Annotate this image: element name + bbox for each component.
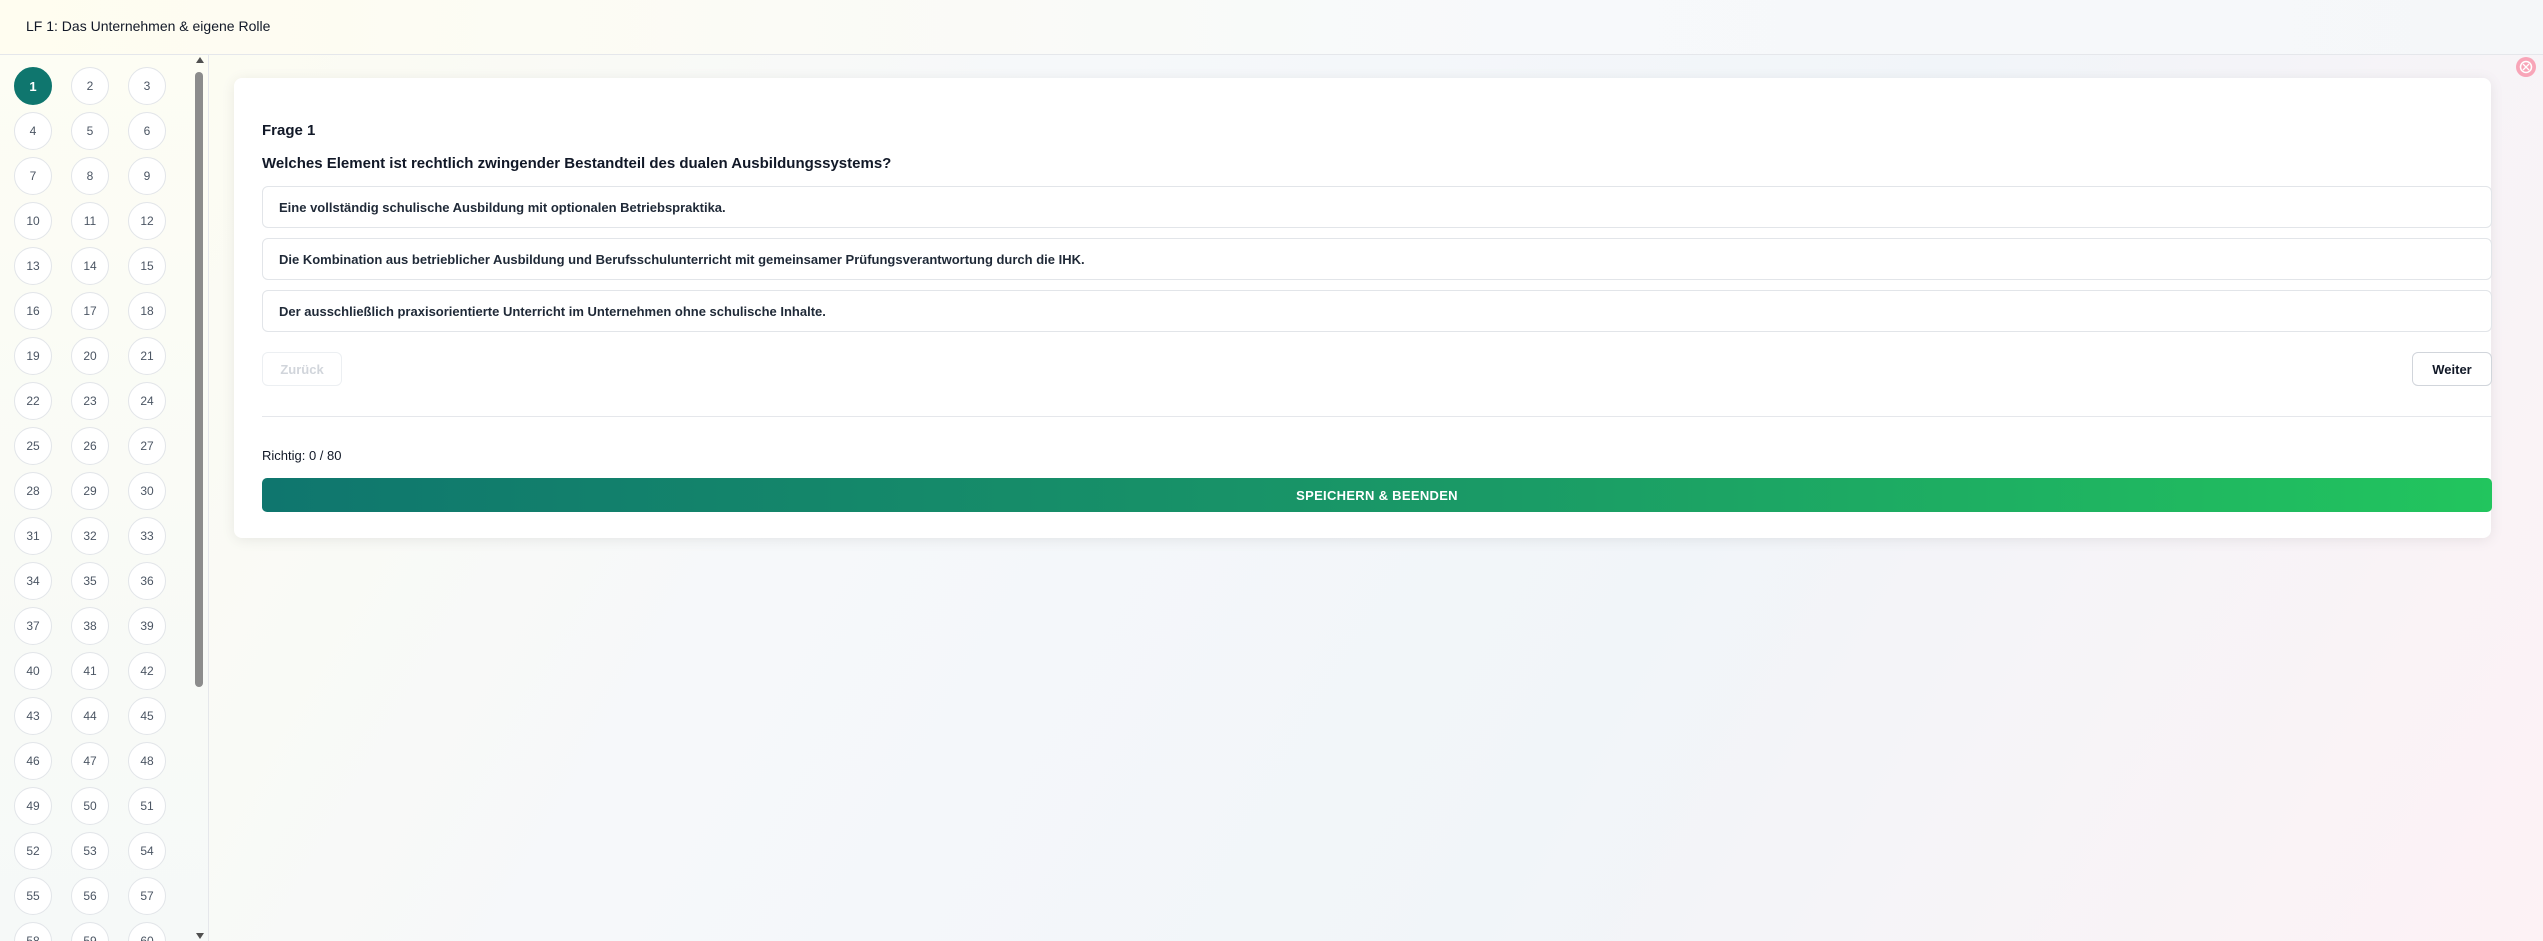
question-nav-button[interactable]: 20 [71,337,109,375]
question-nav-button[interactable]: 46 [14,742,52,780]
question-nav-button[interactable]: 5 [71,112,109,150]
question-text: Welches Element ist rechtlich zwingender… [262,155,892,172]
question-nav-button[interactable]: 48 [128,742,166,780]
answer-option-1[interactable]: Eine vollständig schulische Ausbildung m… [262,186,2492,228]
question-nav-button[interactable]: 30 [128,472,166,510]
question-nav-button[interactable]: 50 [71,787,109,825]
question-nav-button[interactable]: 35 [71,562,109,600]
question-nav-button[interactable]: 40 [14,652,52,690]
page-title: LF 1: Das Unternehmen & eigene Rolle [26,18,271,34]
question-nav-button[interactable]: 19 [14,337,52,375]
question-nav-button[interactable]: 33 [128,517,166,555]
question-nav-button[interactable]: 44 [71,697,109,735]
question-nav-button[interactable]: 34 [14,562,52,600]
question-nav-button[interactable]: 14 [71,247,109,285]
question-nav-button[interactable]: 3 [128,67,166,105]
scroll-up-arrow[interactable] [196,57,204,63]
question-nav-button[interactable]: 60 [128,922,166,941]
question-nav-button[interactable]: 55 [14,877,52,915]
question-nav-button[interactable]: 41 [71,652,109,690]
scroll-down-arrow[interactable] [196,933,204,939]
question-nav-button[interactable]: 27 [128,427,166,465]
question-nav-button[interactable]: 4 [14,112,52,150]
question-nav-button[interactable]: 11 [71,202,109,240]
question-nav-button[interactable]: 47 [71,742,109,780]
question-number: Frage 1 [262,122,316,139]
question-nav-button[interactable]: 49 [14,787,52,825]
question-nav-button[interactable]: 29 [71,472,109,510]
question-nav-button[interactable]: 16 [14,292,52,330]
question-nav-button[interactable]: 15 [128,247,166,285]
accessibility-icon[interactable] [2516,57,2536,77]
question-nav-button[interactable]: 12 [128,202,166,240]
sidebar-scrollbar[interactable] [194,55,206,941]
question-nav-button[interactable]: 43 [14,697,52,735]
scroll-thumb[interactable] [195,72,203,687]
question-nav-button[interactable]: 36 [128,562,166,600]
question-nav-button[interactable]: 1 [14,67,52,105]
question-nav-button[interactable]: 51 [128,787,166,825]
question-nav-button[interactable]: 17 [71,292,109,330]
question-grid: 1 2 3 4 5 6 7 8 9 10 11 12 13 14 15 16 17 18 19 20 21 22 23 24 2… [14,67,194,941]
question-nav-button[interactable]: 24 [128,382,166,420]
question-nav-button[interactable]: 6 [128,112,166,150]
question-nav-button[interactable]: 59 [71,922,109,941]
score-text: Richtig: 0 / 80 [262,448,342,463]
question-nav-button[interactable]: 45 [128,697,166,735]
question-nav-button[interactable]: 7 [14,157,52,195]
question-nav-button[interactable]: 32 [71,517,109,555]
next-button[interactable]: Weiter [2412,352,2492,386]
question-nav-button[interactable]: 38 [71,607,109,645]
top-bar: LF 1: Das Unternehmen & eigene Rolle [0,0,2543,55]
answer-option-3[interactable]: Der ausschließlich praxisorientierte Unt… [262,290,2492,332]
question-nav-button[interactable]: 31 [14,517,52,555]
question-nav-button[interactable]: 2 [71,67,109,105]
question-nav-button[interactable]: 37 [14,607,52,645]
question-nav-button[interactable]: 10 [14,202,52,240]
question-nav-button[interactable]: 28 [14,472,52,510]
question-nav-button[interactable]: 13 [14,247,52,285]
save-and-finish-button[interactable]: SPEICHERN & BEENDEN [262,478,2492,512]
question-nav-button[interactable]: 9 [128,157,166,195]
question-card: Frage 1 Welches Element ist rechtlich zw… [234,78,2492,538]
question-nav-button[interactable]: 25 [14,427,52,465]
question-nav-button[interactable]: 54 [128,832,166,870]
question-nav-button[interactable]: 53 [71,832,109,870]
question-nav-button[interactable]: 18 [128,292,166,330]
question-nav-button[interactable]: 58 [14,922,52,941]
question-nav-button[interactable]: 23 [71,382,109,420]
divider [262,416,2492,417]
question-nav-button[interactable]: 39 [128,607,166,645]
question-nav-button[interactable]: 52 [14,832,52,870]
answer-option-2[interactable]: Die Kombination aus betrieblicher Ausbil… [262,238,2492,280]
question-nav-button[interactable]: 8 [71,157,109,195]
question-nav-button[interactable]: 57 [128,877,166,915]
question-nav-button[interactable]: 42 [128,652,166,690]
question-nav-button[interactable]: 26 [71,427,109,465]
question-nav-button[interactable]: 21 [128,337,166,375]
question-nav-button[interactable]: 56 [71,877,109,915]
question-navigator: 1 2 3 4 5 6 7 8 9 10 11 12 13 14 15 16 17 18 19 20 21 22 23 24 2… [0,55,209,941]
back-button[interactable]: Zurück [262,352,342,386]
question-nav-button[interactable]: 22 [14,382,52,420]
